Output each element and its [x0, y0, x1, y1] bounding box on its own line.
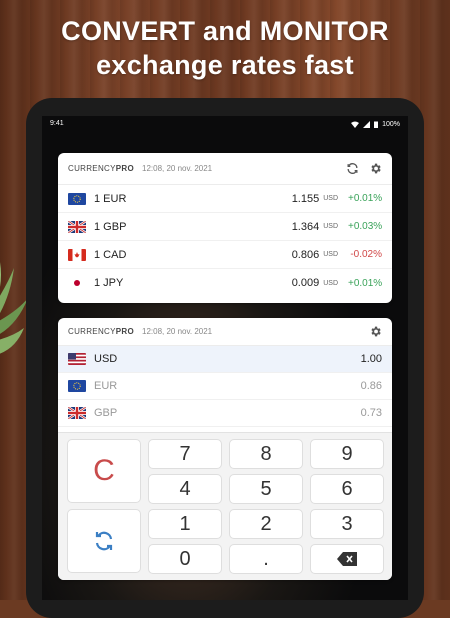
swap-icon	[95, 531, 113, 551]
gear-icon[interactable]	[369, 162, 382, 175]
clear-button[interactable]: C	[67, 439, 141, 503]
battery-icon	[374, 121, 379, 128]
converter-value: 0.86	[360, 380, 382, 392]
key-3[interactable]: 3	[310, 509, 384, 539]
refresh-icon[interactable]	[346, 162, 359, 175]
update-timestamp: 12:08, 20 nov. 2021	[142, 327, 213, 336]
backspace-button[interactable]	[310, 544, 384, 574]
rates-widget-header: CURRENCYPRO 12:08, 20 nov. 2021	[58, 153, 392, 185]
jp-flag-icon	[68, 277, 86, 289]
rate-row-cad[interactable]: 1 CAD 0.806 USD -0.02%	[58, 241, 392, 269]
rate-change: +0.03%	[348, 221, 383, 232]
headline-line-1: CONVERT and MONITOR	[61, 16, 389, 46]
key-2[interactable]: 2	[229, 509, 303, 539]
converter-row-gbp[interactable]: GBP 0.73	[58, 400, 392, 427]
rate-row-gbp[interactable]: 1 GBP 1.364 USD +0.03%	[58, 213, 392, 241]
headline-line-2: exchange rates fast	[96, 50, 354, 80]
update-timestamp: 12:08, 20 nov. 2021	[142, 164, 213, 173]
brand-logo: CURRENCYPRO	[68, 164, 134, 173]
converter-row-eur[interactable]: EUR 0.86	[58, 373, 392, 400]
swap-button[interactable]	[67, 509, 141, 573]
status-time: 9:41	[50, 120, 64, 127]
converter-value: 1.00	[360, 353, 382, 365]
rate-change: +0.01%	[348, 277, 383, 289]
converter-value: 0.73	[360, 407, 382, 419]
key-dot[interactable]: .	[229, 544, 303, 574]
keypad: C 7 8 9 4 5 6 1 2 3 0 .	[58, 432, 392, 580]
rate-change: +0.01%	[348, 193, 383, 204]
status-bar: 9:41 100%	[42, 116, 408, 132]
ca-flag-icon	[68, 248, 86, 261]
us-flag-icon	[68, 353, 86, 365]
key-8[interactable]: 8	[229, 439, 303, 469]
converter-row-usd[interactable]: USD 1.00	[58, 346, 392, 373]
key-6[interactable]: 6	[310, 474, 384, 504]
battery-level: 100%	[382, 120, 400, 128]
gb-flag-icon	[68, 220, 86, 233]
gear-icon[interactable]	[369, 325, 382, 338]
backspace-icon	[337, 552, 357, 566]
key-7[interactable]: 7	[148, 439, 222, 469]
converter-widget-header: CURRENCYPRO 12:08, 20 nov. 2021	[58, 318, 392, 346]
rate-row-eur[interactable]: 1 EUR 1.155 USD +0.01%	[58, 185, 392, 213]
eu-flag-icon	[68, 192, 86, 205]
key-4[interactable]: 4	[148, 474, 222, 504]
gb-flag-icon	[68, 407, 86, 419]
converter-widget: CURRENCYPRO 12:08, 20 nov. 2021 USD 1.00…	[58, 318, 392, 580]
eu-flag-icon	[68, 380, 86, 392]
key-0[interactable]: 0	[148, 544, 222, 574]
signal-icon	[363, 120, 371, 128]
key-1[interactable]: 1	[148, 509, 222, 539]
brand-logo: CURRENCYPRO	[68, 327, 134, 336]
rate-row-jpy[interactable]: 1 JPY 0.009 USD +0.01%	[58, 269, 392, 297]
promo-headline: CONVERT and MONITOR exchange rates fast	[0, 14, 450, 82]
wifi-icon	[351, 121, 360, 128]
rates-widget: CURRENCYPRO 12:08, 20 nov. 2021 1 EUR 1.…	[58, 153, 392, 303]
key-9[interactable]: 9	[310, 439, 384, 469]
key-5[interactable]: 5	[229, 474, 303, 504]
rate-change: -0.02%	[350, 249, 382, 260]
